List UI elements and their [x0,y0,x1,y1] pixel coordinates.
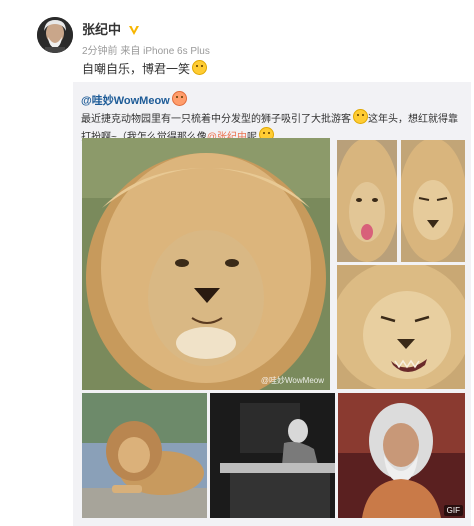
verified-v-icon [128,24,140,39]
original-text-part1: 最近捷克动物园里有一只梳着中分发型的狮子吸引了大批游客 [81,114,351,125]
image-watermark: @哇妙WowMeow [260,376,324,385]
post-text: 自嘲自乐，博君一笑 [82,60,208,77]
post-meta: 2分钟前 来自 iPhone 6s Plus [82,46,210,57]
laugh-emoji-icon [192,60,208,75]
cat-emoji-icon [171,91,187,106]
author-avatar[interactable] [37,17,73,53]
original-author-name[interactable]: @哇妙WowMeow [81,95,170,107]
gif-badge: GIF [443,505,463,516]
repost-card: @哇妙WowMeow 最近捷克动物园里有一只梳着中分发型的狮子吸引了大批游客 这年… [73,82,471,526]
zhang-gif-image[interactable]: GIF [338,393,465,518]
lion-lying-image[interactable] [82,393,207,518]
lion-squint-image[interactable] [401,140,465,262]
lion-growl-image[interactable] [337,265,465,389]
author-name[interactable]: 张纪中 [82,19,140,39]
man-desk-image[interactable] [210,393,335,518]
author-name-text[interactable]: 张纪中 [82,22,121,37]
original-author-link[interactable]: @哇妙WowMeow [81,91,187,108]
lion-main-image[interactable]: @哇妙WowMeow [82,138,330,390]
laugh-emoji-icon [353,109,368,124]
lion-tongue-image[interactable] [337,140,397,262]
weibo-post: 张纪中 2分钟前 来自 iPhone 6s Plus 自嘲自乐，博君一笑 @哇妙… [0,0,474,526]
post-text-content: 自嘲自乐，博君一笑 [82,62,191,76]
